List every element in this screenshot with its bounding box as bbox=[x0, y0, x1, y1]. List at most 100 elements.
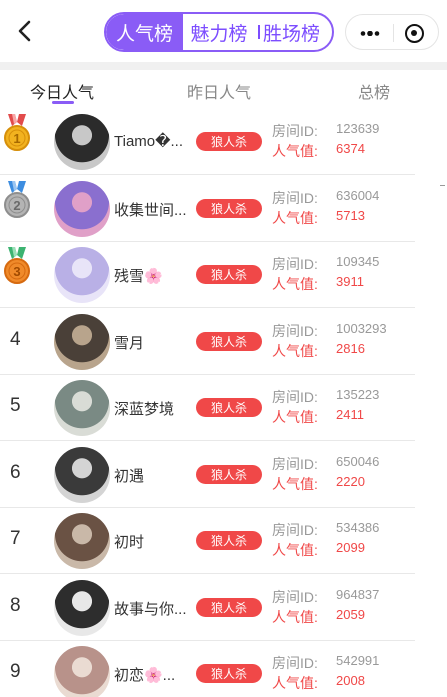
player-name: 初恋🌸... bbox=[114, 667, 176, 684]
room-id-value: 964837 bbox=[336, 586, 380, 602]
game-tag: 狼人杀 bbox=[196, 664, 262, 683]
player-name: 初时 bbox=[114, 534, 145, 551]
popularity-label: 人气值: bbox=[272, 475, 318, 492]
room-id-value: 123639 bbox=[336, 121, 380, 136]
medal-rank-number: 2 bbox=[13, 198, 20, 213]
rank-number: 5 bbox=[10, 395, 21, 416]
avatar[interactable] bbox=[54, 513, 110, 569]
room-id-label: 房间ID: bbox=[272, 588, 318, 605]
popularity-value: 2059 bbox=[336, 606, 365, 622]
game-tag: 狼人杀 bbox=[196, 198, 262, 218]
avatar[interactable] bbox=[54, 247, 110, 303]
game-tag: 狼人杀 bbox=[196, 331, 262, 351]
avatar[interactable] bbox=[54, 579, 110, 636]
bronze-medal-icon: 3 bbox=[4, 247, 30, 284]
player-name: 故事与你... bbox=[114, 600, 187, 618]
capsule-divider bbox=[393, 24, 394, 42]
rank-number: 7 bbox=[10, 528, 21, 549]
table-row[interactable]: 3 残雪🌸 狼人杀 房间ID: 109345 人气值: 3911 bbox=[0, 241, 415, 308]
room-id-label: 房间ID: bbox=[272, 522, 318, 538]
avatar[interactable] bbox=[54, 646, 110, 697]
table-row[interactable]: 6 初遇 狼人杀 房间ID: 650046 人气值: 2220 bbox=[0, 441, 415, 508]
table-row[interactable]: 4 雪月 狼人杀 房间ID: 1003293 人气值: 2816 bbox=[0, 308, 415, 375]
table-row[interactable]: 5 深蓝梦境 狼人杀 房间ID: 135223 人气值: 2411 bbox=[0, 374, 415, 441]
close-target-icon[interactable] bbox=[405, 24, 424, 43]
tab-overall[interactable]: 总榜 bbox=[358, 79, 390, 103]
popularity-value: 2816 bbox=[336, 340, 365, 356]
segment-separator bbox=[258, 25, 260, 39]
popularity-label: 人气值: bbox=[272, 342, 318, 359]
game-tag: 狼人杀 bbox=[196, 132, 262, 151]
room-id-value: 636004 bbox=[336, 187, 380, 203]
table-row[interactable]: 2 收集世间... 狼人杀 房间ID: 636004 人气值: 5713 bbox=[0, 175, 415, 242]
popularity-value: 2411 bbox=[336, 407, 364, 422]
player-name: 雪月 bbox=[114, 334, 145, 352]
edge-mark bbox=[440, 185, 445, 186]
medal-rank-number: 3 bbox=[13, 264, 20, 279]
room-id-value: 534386 bbox=[336, 520, 380, 535]
ranking-type-switch: 人气榜 魅力榜 胜场榜 bbox=[104, 12, 334, 52]
avatar[interactable] bbox=[54, 180, 110, 237]
game-tag: 狼人杀 bbox=[196, 464, 262, 484]
game-tag: 狼人杀 bbox=[196, 597, 262, 617]
room-id-label: 房间ID: bbox=[272, 123, 318, 139]
popularity-value: 6374 bbox=[336, 141, 365, 156]
active-tab-indicator bbox=[52, 101, 74, 104]
avatar[interactable] bbox=[54, 380, 110, 436]
room-id-label: 房间ID: bbox=[272, 389, 318, 405]
popularity-label: 人气值: bbox=[272, 143, 318, 159]
room-id-value: 650046 bbox=[336, 453, 380, 469]
avatar[interactable] bbox=[54, 313, 110, 370]
rank-number: 6 bbox=[10, 461, 21, 483]
top-bar: 人气榜 魅力榜 胜场榜 bbox=[0, 0, 447, 62]
player-name: Tiamo�... bbox=[114, 133, 184, 150]
popularity-label: 人气值: bbox=[272, 542, 318, 558]
room-id-label: 房间ID: bbox=[272, 256, 318, 272]
room-id-value: 1003293 bbox=[336, 320, 387, 336]
more-dots-icon[interactable] bbox=[360, 31, 382, 36]
popularity-value: 2099 bbox=[336, 540, 365, 555]
tab-yesterday[interactable]: 昨日人气 bbox=[187, 79, 251, 103]
room-id-value: 542991 bbox=[336, 653, 380, 668]
room-id-label: 房间ID: bbox=[272, 455, 318, 472]
segment-wins[interactable]: 胜场榜 bbox=[263, 14, 331, 50]
avatar[interactable] bbox=[54, 446, 110, 503]
silver-medal-icon: 2 bbox=[4, 180, 30, 218]
game-tag: 狼人杀 bbox=[196, 265, 262, 284]
segment-popularity[interactable]: 人气榜 bbox=[106, 14, 183, 50]
player-name: 收集世间... bbox=[114, 201, 187, 219]
table-row[interactable]: 1 Tiamo�... 狼人杀 房间ID: 123639 人气值: 6374 bbox=[0, 108, 415, 175]
rank-number: 9 bbox=[10, 661, 21, 682]
avatar[interactable] bbox=[54, 114, 110, 170]
miniprogram-capsule bbox=[345, 14, 439, 50]
rank-number: 8 bbox=[10, 594, 21, 616]
popularity-label: 人气值: bbox=[272, 209, 318, 226]
room-id-label: 房间ID: bbox=[272, 322, 318, 339]
gold-medal-icon: 1 bbox=[4, 114, 30, 151]
room-id-value: 109345 bbox=[336, 254, 380, 269]
game-tag: 狼人杀 bbox=[196, 398, 262, 417]
segment-charm[interactable]: 魅力榜 bbox=[183, 14, 255, 50]
rank-number: 4 bbox=[10, 328, 21, 350]
period-tabs: 今日人气 昨日人气 总榜 bbox=[0, 70, 447, 108]
player-name: 初遇 bbox=[114, 467, 145, 485]
popularity-label: 人气值: bbox=[272, 409, 318, 425]
popularity-value: 2008 bbox=[336, 673, 365, 688]
room-id-label: 房间ID: bbox=[272, 655, 318, 671]
table-row[interactable]: 9 初恋🌸... 狼人杀 房间ID: 542991 人气值: 2008 bbox=[0, 640, 415, 697]
room-id-label: 房间ID: bbox=[272, 189, 318, 206]
header-separator bbox=[0, 62, 447, 70]
game-tag: 狼人杀 bbox=[196, 531, 262, 550]
player-name: 深蓝梦境 bbox=[114, 401, 175, 418]
back-arrow-icon[interactable] bbox=[14, 17, 36, 45]
popularity-label: 人气值: bbox=[272, 675, 318, 691]
popularity-value: 3911 bbox=[336, 274, 364, 289]
medal-rank-number: 1 bbox=[13, 131, 20, 146]
table-row[interactable]: 8 故事与你... 狼人杀 房间ID: 964837 人气值: 2059 bbox=[0, 574, 415, 641]
tab-today[interactable]: 今日人气 bbox=[30, 79, 94, 103]
popularity-label: 人气值: bbox=[272, 608, 318, 625]
popularity-value: 2220 bbox=[336, 473, 365, 489]
table-row[interactable]: 7 初时 狼人杀 房间ID: 534386 人气值: 2099 bbox=[0, 507, 415, 574]
popularity-label: 人气值: bbox=[272, 276, 318, 292]
popularity-value: 5713 bbox=[336, 207, 365, 223]
